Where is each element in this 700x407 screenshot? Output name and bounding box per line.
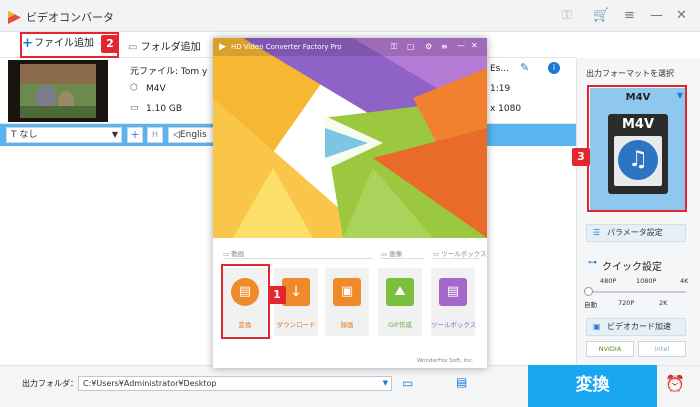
output-format-highlight [587, 85, 687, 212]
info-icon[interactable]: i [548, 62, 560, 74]
res-1080p: 1080P [636, 277, 657, 285]
launcher-window: ▶ HD Video Converter Factory Pro ⚿ ▢ ⚙ ≡… [213, 38, 487, 368]
source-duration: 1:19 [490, 84, 511, 94]
launcher-cart-icon[interactable]: ▢ [407, 42, 415, 51]
minimize-button[interactable]: — [650, 8, 663, 23]
parameter-settings-label: パラメータ設定 [607, 228, 663, 237]
toolbox-icon: ▤ [439, 278, 467, 306]
hdr-button[interactable]: H [147, 127, 163, 143]
section-toolbox-line [433, 258, 479, 259]
res-2k: 2K [659, 299, 668, 307]
folder-icon: ▭ [130, 103, 139, 113]
res-4k: 4K [680, 277, 689, 285]
video-thumbnail[interactable] [8, 60, 108, 122]
gif-tile[interactable]: ⛰ GIF作成 [378, 268, 422, 336]
add-folder-label: フォルダ追加 [140, 42, 201, 53]
section-image-line [381, 258, 425, 259]
app-logo-icon [8, 9, 21, 24]
download-tile-label: ダウンロード [276, 321, 316, 329]
source-file-label: 元ファイル: Tom y [130, 67, 208, 77]
menu-icon[interactable]: ≡ [624, 8, 635, 23]
alarm-clock-icon[interactable]: ⏰ [665, 374, 685, 393]
key-icon[interactable]: ⚿ [562, 8, 572, 23]
chevron-down-icon: ▼ [111, 130, 118, 139]
output-path-value: C:¥Users¥Administrator¥Desktop [83, 379, 217, 388]
step-badge-1: 1 [268, 286, 286, 304]
output-path-field[interactable]: C:¥Users¥Administrator¥Desktop ▼ [78, 376, 392, 391]
record-tile-label: 録画 [340, 321, 354, 329]
intel-label: intel [654, 345, 670, 353]
gif-tile-label: GIF作成 [388, 321, 412, 329]
launcher-minimize-button[interactable]: — [457, 41, 465, 50]
step-badge-2: 2 [101, 35, 119, 53]
quality-slider-track[interactable] [586, 291, 686, 293]
sliders-icon: ☰ [593, 228, 601, 237]
window-title: ビデオコンバータ [26, 11, 114, 24]
speaker-icon: ◁ [173, 130, 180, 140]
subtitle-select[interactable]: T なし ▼ [6, 127, 122, 143]
chevron-down-icon: ▼ [382, 379, 388, 387]
output-folder-label: 出力フォルダ： [22, 379, 78, 388]
launcher-footer: WonderFox Soft, Inc. [417, 358, 474, 364]
output-format-header: 出力フォーマットを選択 [586, 69, 674, 78]
launcher-key-icon[interactable]: ⚿ [391, 42, 397, 52]
section-video: ▭ 動画 [223, 250, 245, 258]
folder-icon: ▭ [128, 42, 138, 53]
res-auto: 自動 [584, 301, 597, 309]
source-size: 1.10 GB [146, 104, 183, 114]
subtitle-value: なし [19, 130, 38, 140]
audio-value: Englis [179, 130, 207, 140]
launcher-title: HD Video Converter Factory Pro [231, 43, 342, 51]
gpu-accel-button[interactable]: ▣ ビデオカード加速 [586, 318, 686, 336]
toolbox-tile[interactable]: ▤ ツールボックス [431, 268, 477, 336]
cart-icon[interactable]: 🛒 [593, 8, 609, 23]
image-icon: ⛰ [386, 278, 414, 306]
intel-badge[interactable]: intel [638, 341, 686, 357]
launcher-menu-icon[interactable]: ≡ [441, 42, 448, 51]
res-480p: 480P [600, 277, 617, 285]
audio-select[interactable]: ◁Englis [168, 127, 214, 143]
download-icon: ↓ [282, 278, 310, 306]
convert-tile-highlight [221, 264, 270, 339]
add-subtitle-button[interactable]: + [127, 127, 143, 143]
convert-button[interactable]: 変換 [528, 365, 657, 407]
gpu-accel-label: ビデオカード加速 [607, 322, 671, 331]
folder-icon[interactable]: ▭ [402, 376, 413, 390]
section-toolbox: ▭ ツールボックス [433, 250, 487, 258]
open-output-icon[interactable]: ▤ [456, 375, 467, 389]
section-video-line [223, 258, 373, 259]
quick-settings-icon: ⊶ [588, 258, 597, 268]
close-button[interactable]: ✕ [676, 8, 687, 23]
step-badge-3: 3 [572, 148, 590, 166]
launcher-close-button[interactable]: ✕ [471, 41, 478, 50]
launcher-logo-icon: ▶ [219, 42, 226, 52]
nvidia-label: NVIDIA [598, 345, 622, 353]
launcher-gear-icon[interactable]: ⚙ [425, 42, 432, 51]
toolbox-tile-label: ツールボックス [431, 321, 477, 329]
screen-record-icon: ▣ [333, 278, 361, 306]
source-format: M4V [146, 84, 166, 94]
chip-icon: ▣ [593, 322, 601, 331]
quick-settings-label: クイック設定 [602, 262, 662, 273]
edit-icon[interactable]: ✎ [520, 61, 529, 74]
nvidia-badge[interactable]: NVIDIA [586, 341, 634, 357]
add-folder-button[interactable]: ▭ フォルダ追加 [128, 38, 201, 53]
format-icon: ⬡ [130, 83, 138, 93]
source-file-tail: Es... [490, 64, 509, 74]
source-resolution: x 1080 [490, 104, 522, 114]
parameter-settings-button[interactable]: ☰ パラメータ設定 [586, 224, 686, 242]
res-720p: 720P [618, 299, 635, 307]
record-tile[interactable]: ▣ 録画 [325, 268, 369, 336]
section-image: ▭ 画像 [381, 250, 403, 258]
quality-slider-handle[interactable] [584, 287, 593, 296]
triangle-banner [213, 38, 487, 238]
